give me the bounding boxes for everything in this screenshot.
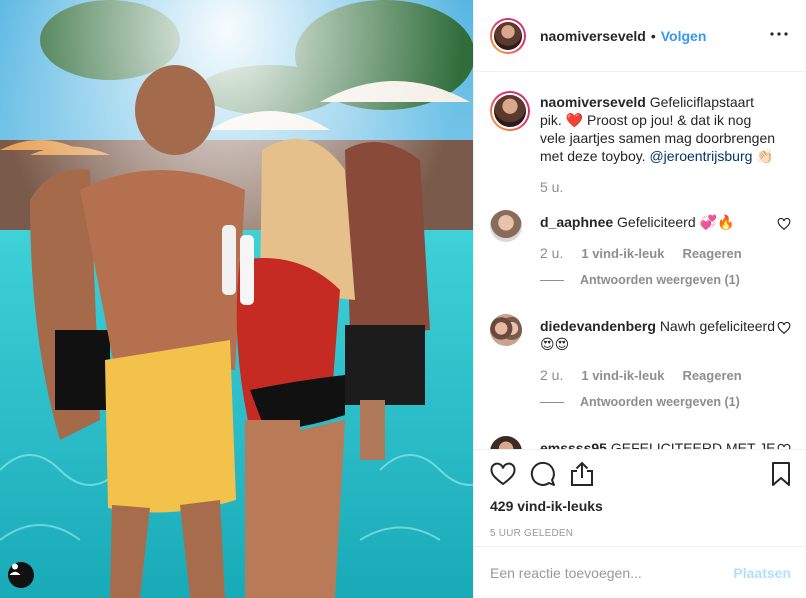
comment-likes[interactable]: 1 vind-ik-leuk [581, 368, 664, 383]
post-photo[interactable] [0, 0, 473, 598]
comment-item: emssss95 GEFELICITEERD MET JE MAN❤ [490, 436, 791, 449]
caption-time[interactable]: 5 u. [540, 179, 563, 195]
comment-username[interactable]: d_aaphnee [540, 214, 613, 230]
share-button[interactable] [570, 460, 610, 488]
mention-link[interactable]: @jeroentrijsburg [649, 148, 752, 164]
commenter-avatar[interactable] [490, 436, 522, 449]
view-replies-label: Antwoorden weergeven (1) [580, 273, 740, 287]
post-comment-button[interactable]: Plaatsen [733, 565, 791, 581]
like-button[interactable] [490, 460, 530, 488]
commenter-avatar[interactable] [490, 314, 522, 346]
replies-divider [540, 279, 564, 281]
author-avatar[interactable] [490, 17, 526, 54]
view-replies-button[interactable]: Antwoorden weergeven (1) [540, 395, 791, 409]
clap-emoji: 👏🏻 [756, 148, 774, 164]
caption-username[interactable]: naomiverseveld [540, 94, 646, 110]
reply-button[interactable]: Reageren [682, 246, 741, 261]
comment-button[interactable] [530, 460, 570, 488]
author-username[interactable]: naomiverseveld [540, 28, 646, 44]
comment-item: diedevandenberg Nawh gefeliciteerd😍😍 2 u… [490, 314, 791, 409]
comment-text: Gefeliciteerd 💞🔥 [617, 214, 735, 230]
replies-divider [540, 401, 564, 403]
separator-dot: • [650, 27, 656, 44]
heart-emoji: ❤️ [565, 112, 584, 128]
post-header: naomiverseveld • Volgen [474, 0, 806, 72]
like-comment-heart-icon[interactable] [777, 321, 791, 335]
more-horizontal-icon [770, 32, 788, 36]
comment-bubble-icon [530, 461, 555, 486]
post-caption: naomiverseveld Gefeliciflapstaart pik. ❤… [490, 73, 791, 195]
more-options-button[interactable] [767, 22, 791, 46]
save-button[interactable] [771, 460, 791, 488]
reply-button[interactable]: Reageren [682, 368, 741, 383]
bookmark-icon [772, 462, 790, 486]
post-actions: 429 vind-ik-leuks 5 UUR GELEDEN [474, 449, 806, 539]
follow-button[interactable]: Volgen [661, 28, 707, 44]
caption-author-avatar[interactable] [490, 91, 530, 131]
comment-input[interactable] [490, 564, 734, 581]
view-replies-label: Antwoorden weergeven (1) [580, 395, 740, 409]
heart-outline-icon [490, 462, 516, 486]
add-comment-bar: Plaatsen [474, 546, 806, 598]
view-replies-button[interactable]: Antwoorden weergeven (1) [540, 273, 791, 287]
posted-time[interactable]: 5 UUR GELEDEN [490, 528, 791, 539]
comment-time[interactable]: 2 u. [540, 245, 563, 261]
like-comment-heart-icon[interactable] [777, 217, 791, 231]
tagged-user-button[interactable] [8, 562, 34, 588]
comment-item: d_aaphnee Gefeliciteerd 💞🔥 2 u. 1 vind-i… [490, 210, 791, 287]
comment-time[interactable]: 2 u. [540, 367, 563, 383]
user-icon [9, 563, 21, 575]
comment-likes[interactable]: 1 vind-ik-leuk [581, 246, 664, 261]
comment-username[interactable]: diedevandenberg [540, 318, 656, 334]
comments-list[interactable]: naomiverseveld Gefeliciflapstaart pik. ❤… [474, 73, 806, 449]
post-side-panel: naomiverseveld • Volgen naomiverseveld G… [473, 0, 806, 598]
pool-party-photo [0, 0, 473, 598]
comment-username[interactable]: emssss95 [540, 440, 607, 449]
instagram-post: naomiverseveld • Volgen naomiverseveld G… [0, 0, 806, 598]
likes-count[interactable]: 429 vind-ik-leuks [490, 498, 791, 514]
commenter-avatar[interactable] [490, 210, 522, 242]
share-upload-icon [571, 461, 593, 486]
